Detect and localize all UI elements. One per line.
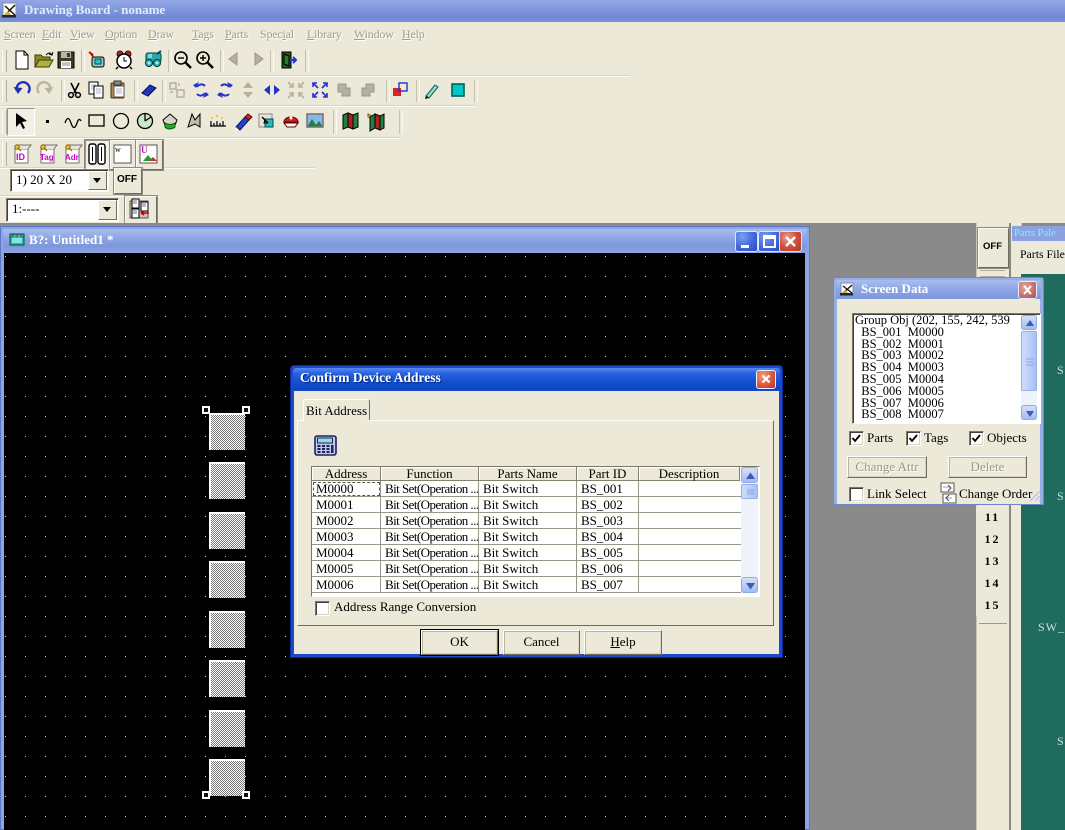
svg-text:ID: ID <box>16 152 26 162</box>
svg-text:Adr: Adr <box>65 153 79 162</box>
svg-text:U: U <box>141 145 148 155</box>
svg-text:w: w <box>115 145 121 154</box>
svg-text:Tag: Tag <box>40 153 54 162</box>
